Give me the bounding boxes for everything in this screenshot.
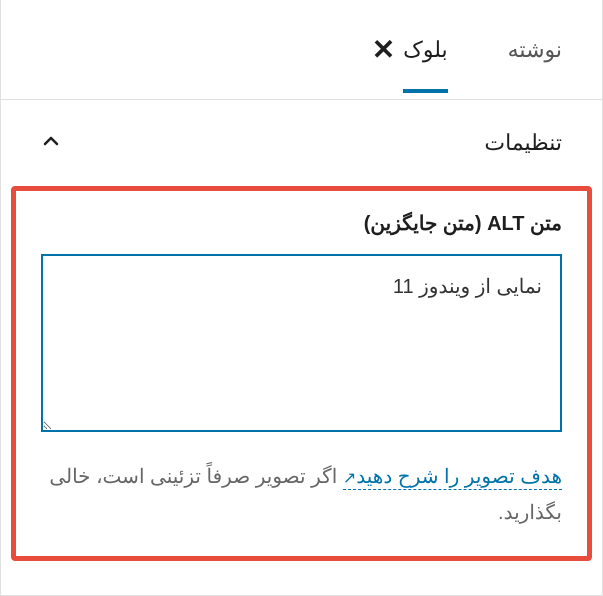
- chevron-up-icon: [41, 131, 61, 156]
- close-icon: ✕: [372, 34, 395, 65]
- alt-help-link-text: هدف تصویر را شرح دهید: [356, 466, 562, 488]
- tab-post[interactable]: نوشته: [508, 7, 562, 93]
- tabs-group: نوشته بلوک: [403, 7, 562, 93]
- external-link-icon: ↗: [343, 470, 356, 487]
- close-button[interactable]: ✕: [364, 28, 403, 72]
- block-settings-panel: نوشته بلوک ✕ تنظیمات متن ALT (متن جایگزی…: [0, 0, 603, 596]
- alt-help-text: هدف تصویر را شرح دهید↗ اگر تصویر صرفاً ت…: [41, 459, 562, 531]
- alt-text-highlight: متن ALT (متن جایگزین) هدف تصویر را شرح د…: [11, 186, 592, 561]
- alt-text-input[interactable]: [41, 254, 562, 432]
- tabs-row: نوشته بلوک ✕: [1, 0, 602, 100]
- tab-block[interactable]: بلوک: [403, 7, 447, 93]
- settings-section-header[interactable]: تنظیمات: [1, 100, 602, 186]
- alt-text-label: متن ALT (متن جایگزین): [41, 211, 562, 236]
- alt-help-link[interactable]: هدف تصویر را شرح دهید↗: [343, 466, 562, 490]
- settings-title: تنظیمات: [484, 130, 562, 156]
